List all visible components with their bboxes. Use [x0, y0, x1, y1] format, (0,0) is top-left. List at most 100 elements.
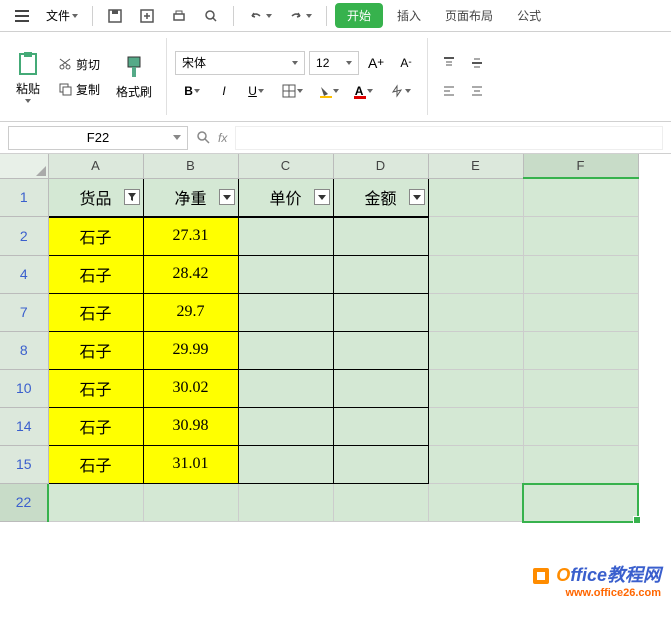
- fill-color-button[interactable]: [311, 79, 345, 103]
- cell[interactable]: [333, 484, 428, 522]
- cell[interactable]: [238, 255, 333, 293]
- select-all-corner[interactable]: [0, 154, 48, 178]
- row-header[interactable]: 14: [0, 407, 48, 445]
- cell[interactable]: [523, 178, 638, 216]
- tab-layout[interactable]: 页面布局: [435, 3, 503, 28]
- col-header-a[interactable]: A: [48, 154, 143, 178]
- paste-button[interactable]: 粘贴: [8, 38, 48, 115]
- cell[interactable]: 30.02: [143, 369, 238, 407]
- cell[interactable]: 石子: [48, 255, 143, 293]
- italic-button[interactable]: I: [211, 79, 237, 103]
- col-header-e[interactable]: E: [428, 154, 523, 178]
- cell[interactable]: [333, 369, 428, 407]
- file-menu[interactable]: 文件: [40, 3, 84, 28]
- col-header-c[interactable]: C: [238, 154, 333, 178]
- cell[interactable]: [428, 217, 523, 255]
- save-as-icon[interactable]: [133, 4, 161, 28]
- cell[interactable]: 29.7: [143, 293, 238, 331]
- header-cell-d[interactable]: 金额: [333, 178, 428, 216]
- font-color-button[interactable]: A: [347, 79, 381, 103]
- tab-insert[interactable]: 插入: [387, 3, 431, 28]
- cell[interactable]: 石子: [48, 217, 143, 255]
- cell[interactable]: [333, 217, 428, 255]
- align-left-icon[interactable]: [436, 79, 462, 103]
- border-button[interactable]: [275, 79, 309, 103]
- cell[interactable]: 27.31: [143, 217, 238, 255]
- col-header-b[interactable]: B: [143, 154, 238, 178]
- underline-button[interactable]: U: [239, 79, 273, 103]
- row-header[interactable]: 10: [0, 369, 48, 407]
- align-top-icon[interactable]: [436, 51, 462, 75]
- cell[interactable]: [238, 293, 333, 331]
- align-center-icon[interactable]: [464, 79, 490, 103]
- cell[interactable]: [238, 407, 333, 445]
- header-cell-c[interactable]: 单价: [238, 178, 333, 216]
- row-header[interactable]: 4: [0, 255, 48, 293]
- cell[interactable]: [428, 331, 523, 369]
- header-cell-b[interactable]: 净重: [143, 178, 238, 216]
- filter-button[interactable]: [314, 189, 330, 205]
- name-box[interactable]: F22: [8, 126, 188, 150]
- tab-start[interactable]: 开始: [335, 3, 383, 28]
- col-header-f[interactable]: F: [523, 154, 638, 178]
- row-header[interactable]: 2: [0, 217, 48, 255]
- cell[interactable]: [238, 484, 333, 522]
- cell[interactable]: [48, 484, 143, 522]
- cell[interactable]: [428, 255, 523, 293]
- cell[interactable]: 31.01: [143, 445, 238, 483]
- cut-button[interactable]: 剪切: [54, 54, 104, 75]
- cell[interactable]: [523, 217, 638, 255]
- header-cell-a[interactable]: 货品: [48, 178, 143, 216]
- row-header[interactable]: 22: [0, 484, 48, 522]
- cell[interactable]: 30.98: [143, 407, 238, 445]
- copy-button[interactable]: 复制: [54, 79, 104, 100]
- cell[interactable]: 29.99: [143, 331, 238, 369]
- cell[interactable]: 石子: [48, 407, 143, 445]
- cell[interactable]: [428, 369, 523, 407]
- cell[interactable]: [333, 407, 428, 445]
- redo-icon[interactable]: [282, 4, 318, 28]
- tab-formula[interactable]: 公式: [507, 3, 551, 28]
- cell[interactable]: [523, 331, 638, 369]
- cell[interactable]: 石子: [48, 331, 143, 369]
- cell[interactable]: [428, 445, 523, 483]
- cell[interactable]: [238, 369, 333, 407]
- save-icon[interactable]: [101, 4, 129, 28]
- cell[interactable]: [428, 293, 523, 331]
- cell[interactable]: [238, 445, 333, 483]
- filter-button[interactable]: [409, 189, 425, 205]
- search-icon[interactable]: [196, 130, 212, 146]
- cell[interactable]: [523, 369, 638, 407]
- fx-label[interactable]: fx: [218, 131, 227, 145]
- cell[interactable]: [333, 293, 428, 331]
- active-cell[interactable]: [523, 484, 638, 522]
- cell[interactable]: 28.42: [143, 255, 238, 293]
- decrease-font-icon[interactable]: A-: [393, 51, 419, 75]
- cell[interactable]: [523, 293, 638, 331]
- cell[interactable]: [428, 178, 523, 216]
- cell[interactable]: [428, 484, 523, 522]
- cell[interactable]: [238, 217, 333, 255]
- cell[interactable]: 石子: [48, 369, 143, 407]
- filter-button[interactable]: [219, 189, 235, 205]
- format-painter-button[interactable]: 格式刷: [110, 38, 158, 115]
- effects-button[interactable]: [383, 79, 417, 103]
- filter-button[interactable]: [124, 189, 140, 205]
- cell[interactable]: [523, 445, 638, 483]
- cell[interactable]: [333, 445, 428, 483]
- hamburger-icon[interactable]: [8, 5, 36, 27]
- formula-input[interactable]: [235, 126, 663, 150]
- preview-icon[interactable]: [197, 4, 225, 28]
- cell[interactable]: [333, 331, 428, 369]
- undo-icon[interactable]: [242, 4, 278, 28]
- bold-button[interactable]: B: [175, 79, 209, 103]
- cell[interactable]: [333, 255, 428, 293]
- font-size-select[interactable]: 12: [309, 51, 359, 75]
- cell[interactable]: [143, 484, 238, 522]
- increase-font-icon[interactable]: A+: [363, 51, 389, 75]
- cell[interactable]: [523, 255, 638, 293]
- print-icon[interactable]: [165, 4, 193, 28]
- cell[interactable]: 石子: [48, 445, 143, 483]
- row-header[interactable]: 15: [0, 445, 48, 483]
- col-header-d[interactable]: D: [333, 154, 428, 178]
